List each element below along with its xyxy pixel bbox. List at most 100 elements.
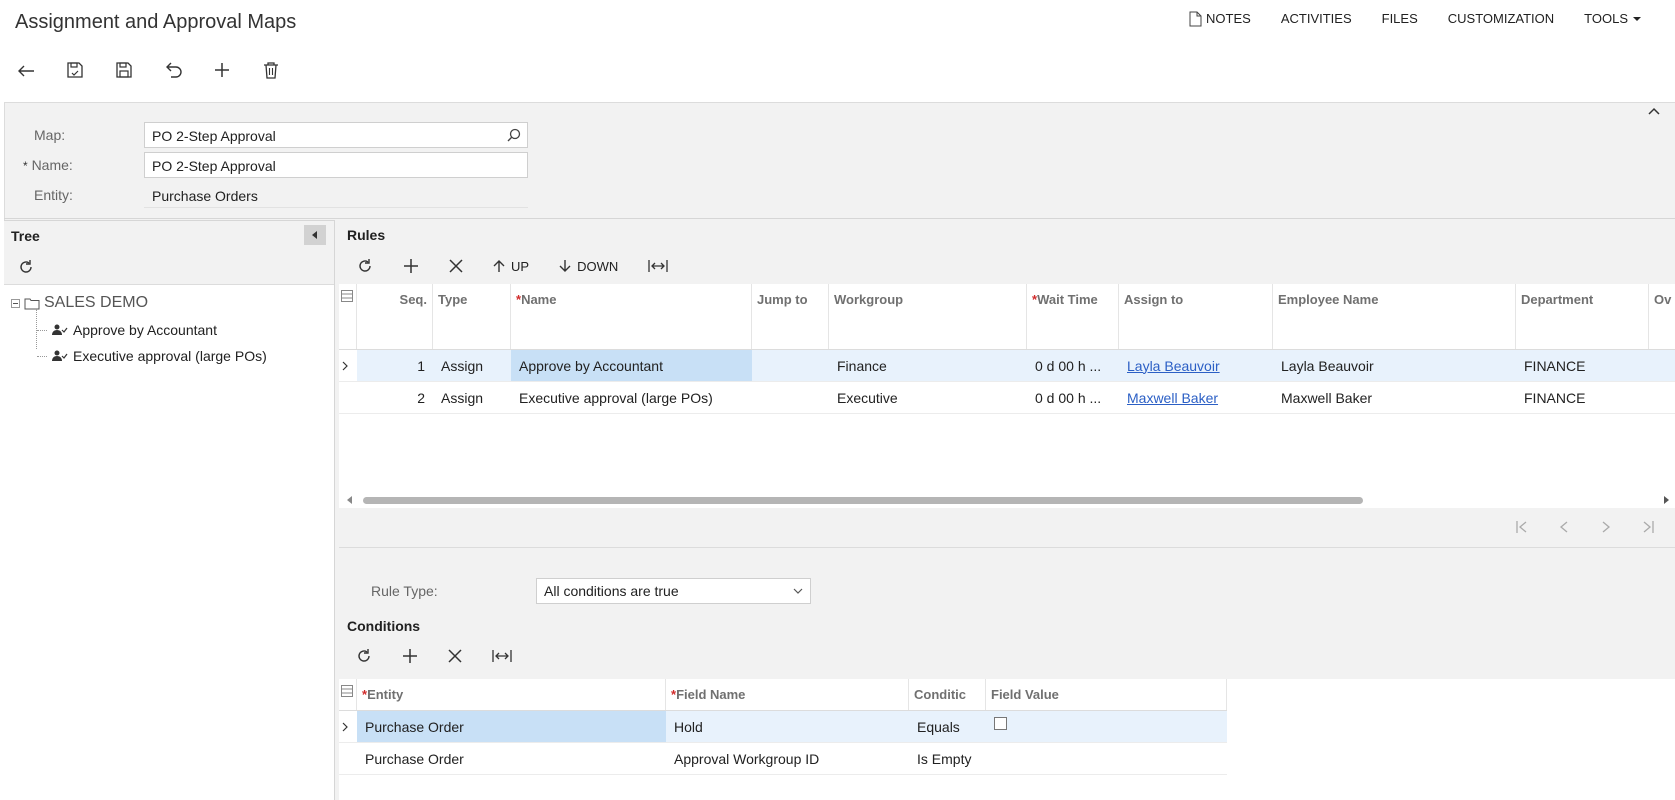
cell-field-value[interactable] [986,711,1227,742]
horizontal-scrollbar[interactable] [339,494,1675,506]
table-row[interactable]: Purchase Order Approval Workgroup ID Is … [339,743,1227,775]
move-down-button[interactable]: DOWN [559,259,618,274]
cell-seq: 2 [417,389,425,406]
section-divider [4,218,1675,219]
arrow-down-icon [559,259,571,273]
tree-item[interactable]: Approve by Accountant [37,322,217,338]
col-field-name[interactable]: *Field Name [666,679,909,710]
notes-label: NOTES [1206,11,1251,26]
conditions-fit-columns-button[interactable] [492,648,512,664]
col-employee-name[interactable]: Employee Name [1273,284,1516,349]
rules-delete-button[interactable] [449,259,463,273]
document-icon [1189,11,1202,27]
col-department[interactable]: Department [1516,284,1649,349]
tree-item[interactable]: Executive approval (large POs) [37,348,267,364]
collapse-tree-button[interactable] [304,225,326,245]
close-icon [449,259,463,273]
cell-field-name[interactable]: Approval Workgroup ID [666,743,909,774]
cell-seq: 1 [417,357,425,374]
undo-button[interactable] [161,58,185,82]
files-button[interactable]: FILES [1367,9,1433,29]
delete-button[interactable] [259,58,283,82]
next-page-icon[interactable] [1599,520,1613,534]
cell-workgroup: Finance [837,357,887,374]
col-seq[interactable]: Seq. [357,284,433,349]
col-name[interactable]: *Name [511,284,752,349]
tree-refresh-button[interactable] [18,259,34,275]
rules-fit-columns-button[interactable] [648,258,668,274]
name-field[interactable]: PO 2-Step Approval [144,152,528,178]
scrollbar-thumb[interactable] [363,497,1363,504]
save-close-icon [66,61,84,79]
user-check-icon [52,324,68,336]
last-page-icon[interactable] [1641,520,1655,534]
cell-employee-name: Maxwell Baker [1281,389,1373,406]
field-value-checkbox[interactable] [994,717,1007,730]
activities-button[interactable]: ACTIVITIES [1266,9,1367,29]
folder-icon [24,297,40,310]
plus-icon [403,258,419,274]
cell-condition[interactable]: Is Empty [909,743,986,774]
cell-name[interactable]: Executive approval (large POs) [511,382,752,413]
col-entity[interactable]: *Entity [357,679,666,710]
collapse-header-button[interactable] [1647,106,1661,116]
rule-type-select[interactable]: All conditions are true [536,578,811,604]
add-button[interactable] [210,58,234,82]
tree-root[interactable]: SALES DEMO [11,294,148,312]
conditions-grid: *Entity *Field Name Conditic Field Value… [339,679,1675,800]
grid-settings-button[interactable] [339,284,357,349]
cell-field-value[interactable] [986,743,1227,774]
col-field-value[interactable]: Field Value [986,679,1227,710]
conditions-delete-button[interactable] [448,649,462,663]
cell-name[interactable]: Approve by Accountant [511,350,752,381]
map-field[interactable]: PO 2-Step Approval [144,122,528,148]
cell-condition[interactable]: Equals [909,711,986,742]
tools-button[interactable]: TOOLS [1569,9,1657,29]
col-type[interactable]: Type [433,284,511,349]
col-assign-to[interactable]: Assign to [1119,284,1273,349]
move-up-button[interactable]: UP [493,259,529,274]
table-row[interactable]: 1 Assign Approve by Accountant Finance 0… [339,350,1675,382]
customization-button[interactable]: CUSTOMIZATION [1433,9,1569,29]
save-button[interactable] [112,58,136,82]
cell-field-name[interactable]: Hold [666,711,909,742]
map-label: Map: [34,127,66,143]
table-row[interactable]: Purchase Order Hold Equals [339,711,1227,743]
col-overflow[interactable]: Ov [1649,284,1675,349]
cell-type: Assign [441,389,484,406]
tree-panel: Tree SALES DEMO Approve by Accountant Ex… [4,220,335,800]
cell-entity[interactable]: Purchase Order [357,743,666,774]
scroll-right-icon[interactable] [1664,496,1669,504]
arrow-up-icon [493,259,505,273]
assign-to-link[interactable]: Maxwell Baker [1127,390,1218,406]
grid-settings-button[interactable] [339,679,357,710]
scroll-left-icon[interactable] [347,496,352,504]
search-icon[interactable] [507,128,521,142]
col-jump-to[interactable]: Jump to [752,284,829,349]
name-value: PO 2-Step Approval [152,158,276,174]
row-expand-icon[interactable] [339,350,357,381]
assign-to-link[interactable]: Layla Beauvoir [1127,358,1220,374]
notes-button[interactable]: NOTES [1174,9,1266,29]
save-close-button[interactable] [63,58,87,82]
col-name-label: Name [521,292,557,307]
col-wait-time[interactable]: *Wait Time [1027,284,1119,349]
row-expand-icon[interactable] [339,711,357,742]
conditions-title: Conditions [347,618,421,634]
rules-refresh-button[interactable] [357,258,373,274]
collapse-node-icon[interactable] [11,298,20,308]
prev-page-icon[interactable] [1557,520,1571,534]
col-workgroup[interactable]: Workgroup [829,284,1027,349]
conditions-refresh-button[interactable] [356,648,372,664]
cell-wait-time: 0 d 00 h ... [1035,389,1102,406]
rules-add-button[interactable] [403,258,419,274]
pager-buttons [1515,520,1655,534]
chevron-down-icon [793,588,803,594]
back-button[interactable] [14,58,38,82]
first-page-icon[interactable] [1515,520,1529,534]
col-condition[interactable]: Conditic [909,679,986,710]
table-row[interactable]: 2 Assign Executive approval (large POs) … [339,382,1675,414]
conditions-add-button[interactable] [402,648,418,664]
refresh-icon [356,648,372,664]
cell-entity[interactable]: Purchase Order [357,711,666,742]
